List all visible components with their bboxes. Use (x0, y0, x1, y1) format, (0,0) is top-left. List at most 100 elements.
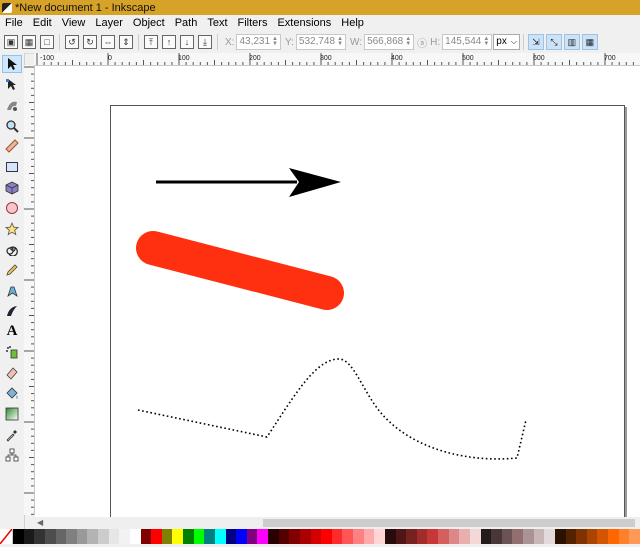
flip-vertical-icon[interactable]: ⇕ (119, 35, 133, 49)
lock-icon[interactable]: ⓐ (417, 35, 427, 50)
flip-horizontal-icon[interactable]: ⇔ (101, 35, 115, 49)
menu-filters[interactable]: Filters (233, 17, 273, 29)
lower-to-bottom-icon[interactable]: ⤓ (198, 35, 212, 49)
color-swatch[interactable] (108, 529, 120, 544)
move-patterns-icon[interactable]: ▦ (581, 34, 598, 50)
color-swatch[interactable] (278, 529, 290, 544)
menu-file[interactable]: File (0, 17, 28, 29)
rotate-ccw-icon[interactable]: ↺ (65, 35, 79, 49)
unit-select[interactable]: px ⌵ (493, 34, 520, 50)
color-swatch[interactable] (491, 529, 502, 544)
eraser-tool[interactable] (2, 364, 22, 382)
spin-arrows-icon[interactable]: ▲ ▼ (337, 36, 343, 47)
color-swatch[interactable] (236, 529, 247, 544)
pencil-tool[interactable] (2, 261, 22, 279)
menu-help[interactable]: Help (336, 17, 369, 29)
color-swatch[interactable] (98, 529, 109, 544)
color-swatch[interactable] (512, 529, 523, 544)
pen-tool[interactable] (2, 282, 22, 300)
color-swatch[interactable] (469, 529, 481, 544)
color-swatch[interactable] (438, 529, 449, 544)
node-tool[interactable] (2, 76, 22, 94)
color-swatch[interactable] (129, 529, 141, 544)
calligraphy-tool[interactable] (2, 302, 22, 320)
color-swatch[interactable] (331, 529, 343, 544)
color-swatch[interactable] (246, 529, 258, 544)
w-field[interactable]: 566,868 ▲ ▼ (364, 34, 415, 50)
drawing-canvas[interactable] (35, 66, 640, 517)
color-swatch[interactable] (501, 529, 513, 544)
scale-stroke-icon[interactable]: ⇲ (527, 34, 544, 50)
measure-tool[interactable] (2, 137, 22, 155)
color-swatch[interactable] (597, 529, 608, 544)
text-tool[interactable]: A (2, 323, 22, 341)
color-swatch[interactable] (384, 529, 396, 544)
color-swatch[interactable] (416, 529, 428, 544)
menu-path[interactable]: Path (170, 17, 203, 29)
color-swatch[interactable] (523, 529, 534, 544)
zoom-tool[interactable] (2, 117, 22, 135)
menu-view[interactable]: View (57, 17, 91, 29)
color-swatch[interactable] (140, 529, 152, 544)
color-swatch[interactable] (76, 529, 88, 544)
scale-corners-icon[interactable]: ⤡ (545, 34, 562, 50)
deselect-icon[interactable]: □ (40, 35, 54, 49)
menu-text[interactable]: Text (202, 17, 232, 29)
color-swatch[interactable] (554, 529, 566, 544)
color-swatch[interactable] (87, 529, 98, 544)
color-swatch[interactable] (193, 529, 205, 544)
color-swatch[interactable] (183, 529, 194, 544)
color-swatch[interactable] (459, 529, 470, 544)
vertical-ruler[interactable] (24, 65, 35, 515)
color-swatch[interactable] (427, 529, 438, 544)
color-swatch[interactable] (214, 529, 226, 544)
menu-edit[interactable]: Edit (28, 17, 57, 29)
spray-tool[interactable] (2, 343, 22, 361)
scroll-thumb[interactable] (263, 519, 635, 527)
color-swatch[interactable] (544, 529, 555, 544)
color-swatch[interactable] (406, 529, 417, 544)
color-swatch[interactable] (321, 529, 332, 544)
menu-extensions[interactable]: Extensions (272, 17, 336, 29)
y-field[interactable]: 532,748 ▲ ▼ (295, 34, 347, 50)
rotate-cw-icon[interactable]: ↻ (83, 35, 97, 49)
connector-tool[interactable] (2, 446, 22, 464)
lower-icon[interactable]: ↓ (180, 35, 194, 49)
menu-object[interactable]: Object (128, 17, 170, 29)
color-swatch[interactable] (289, 529, 300, 544)
dotted-path[interactable] (137, 358, 527, 460)
color-swatch[interactable] (23, 529, 35, 544)
menu-layer[interactable]: Layer (90, 17, 128, 29)
tweak-tool[interactable] (2, 96, 22, 114)
rectangle-tool[interactable] (2, 158, 22, 176)
color-swatch[interactable] (268, 529, 279, 544)
x-field[interactable]: 43,231 ▲ ▼ (236, 34, 281, 50)
color-swatch[interactable] (353, 529, 364, 544)
raise-icon[interactable]: ↑ (162, 35, 176, 49)
color-swatch[interactable] (342, 529, 353, 544)
select-all-icon[interactable]: ▣ (4, 35, 18, 49)
color-swatch[interactable] (395, 529, 407, 544)
color-swatch[interactable] (44, 529, 56, 544)
color-swatch[interactable] (480, 529, 492, 544)
ellipse-tool[interactable] (2, 199, 22, 217)
scroll-left-icon[interactable]: ◀ (37, 518, 43, 527)
h-field[interactable]: 145,544 ▲ ▼ (442, 34, 493, 50)
color-swatch[interactable] (374, 529, 385, 544)
color-swatch[interactable] (257, 529, 268, 544)
no-paint-swatch[interactable] (0, 528, 13, 545)
color-swatch[interactable] (565, 529, 577, 544)
spin-arrows-icon[interactable]: ▲ ▼ (405, 36, 411, 47)
star-tool[interactable] (2, 220, 22, 238)
color-swatch[interactable] (618, 529, 630, 544)
red-stroke-bar[interactable] (136, 231, 344, 310)
color-swatch[interactable] (204, 529, 215, 544)
color-swatch[interactable] (161, 529, 173, 544)
color-swatch[interactable] (576, 529, 587, 544)
gradient-tool[interactable] (2, 405, 22, 423)
horizontal-ruler[interactable]: -100 0 100 200 300 400 500 600 700 (34, 53, 640, 66)
horizontal-scrollbar[interactable]: ◀ (35, 517, 640, 529)
color-swatch[interactable] (629, 529, 640, 544)
color-swatch[interactable] (172, 529, 183, 544)
move-gradients-icon[interactable]: ▥ (563, 34, 580, 50)
